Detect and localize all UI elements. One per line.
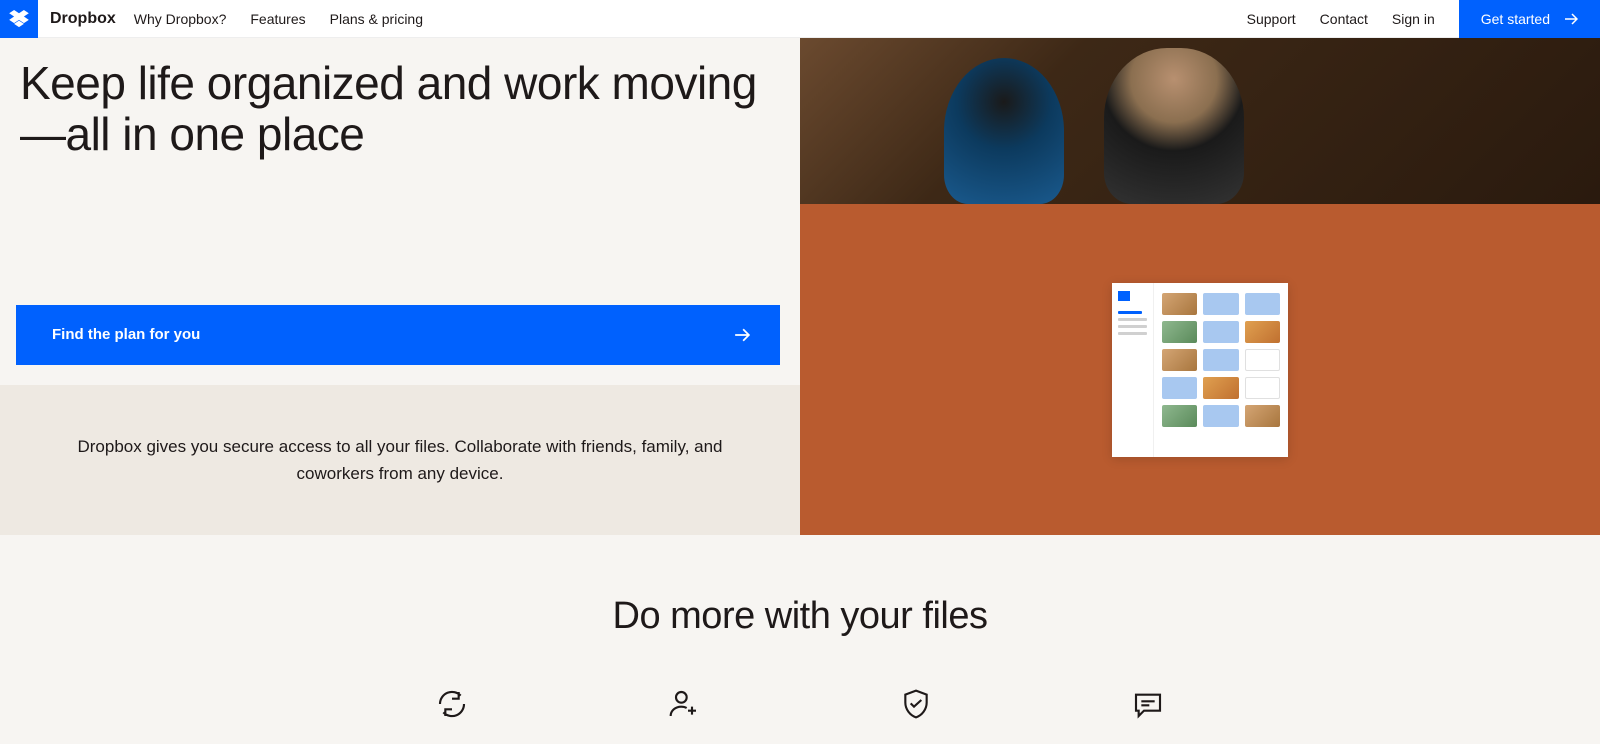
mock-tile	[1245, 293, 1280, 315]
hero-subtext: Dropbox gives you secure access to all y…	[0, 385, 800, 535]
brand-name[interactable]: Dropbox	[38, 10, 134, 28]
hero-section: Keep life organized and work moving—all …	[0, 38, 1600, 535]
mock-tile	[1203, 377, 1238, 399]
nav-contact[interactable]: Contact	[1320, 11, 1368, 27]
hero-right	[800, 38, 1600, 535]
hero-photo	[800, 38, 1600, 204]
find-plan-label: Find the plan for you	[52, 326, 200, 343]
mock-dropbox-icon	[1118, 291, 1130, 301]
mock-tile	[1245, 377, 1280, 399]
mock-nav-line	[1118, 318, 1147, 321]
mock-tile	[1162, 405, 1197, 427]
shield-check-icon	[900, 688, 932, 720]
nav-features[interactable]: Features	[250, 11, 305, 27]
get-started-button[interactable]: Get started	[1459, 0, 1600, 38]
feature-icons-row	[20, 688, 1580, 720]
dropbox-logo-icon[interactable]	[0, 0, 38, 38]
section2-title: Do more with your files	[20, 595, 1580, 638]
do-more-section: Do more with your files	[0, 535, 1600, 740]
dropbox-ui-mock	[1112, 283, 1288, 457]
nav-primary: Why Dropbox? Features Plans & pricing	[134, 11, 423, 27]
mock-tile	[1245, 321, 1280, 343]
mock-tile	[1203, 405, 1238, 427]
sync-icon	[436, 688, 468, 720]
mock-sidebar	[1112, 283, 1154, 457]
hero-title: Keep life organized and work moving—all …	[0, 38, 800, 159]
hero-left: Keep life organized and work moving—all …	[0, 38, 800, 535]
hero-ui-mock-background	[800, 204, 1600, 535]
nav-secondary: Support Contact Sign in Get started	[1247, 0, 1600, 38]
mock-file-grid	[1154, 283, 1288, 457]
mock-tile	[1162, 349, 1197, 371]
hero-left-top: Keep life organized and work moving—all …	[0, 38, 800, 385]
arrow-right-icon	[734, 328, 750, 342]
mock-tile	[1203, 349, 1238, 371]
mock-tile	[1203, 321, 1238, 343]
get-started-label: Get started	[1481, 11, 1550, 27]
mock-tile	[1162, 321, 1197, 343]
mock-tile	[1203, 293, 1238, 315]
arrow-right-icon	[1564, 13, 1578, 25]
mock-tile	[1162, 293, 1197, 315]
nav-why-dropbox[interactable]: Why Dropbox?	[134, 11, 227, 27]
mock-nav-line	[1118, 311, 1142, 314]
mock-nav-line	[1118, 325, 1147, 328]
mock-tile	[1245, 349, 1280, 371]
nav-signin[interactable]: Sign in	[1392, 11, 1435, 27]
mock-nav-line	[1118, 332, 1147, 335]
message-icon	[1132, 688, 1164, 720]
person-add-icon	[668, 688, 700, 720]
nav-plans-pricing[interactable]: Plans & pricing	[330, 11, 423, 27]
mock-tile	[1245, 405, 1280, 427]
top-nav: Dropbox Why Dropbox? Features Plans & pr…	[0, 0, 1600, 38]
mock-tile	[1162, 377, 1197, 399]
find-plan-button[interactable]: Find the plan for you	[16, 305, 780, 365]
nav-support[interactable]: Support	[1247, 11, 1296, 27]
